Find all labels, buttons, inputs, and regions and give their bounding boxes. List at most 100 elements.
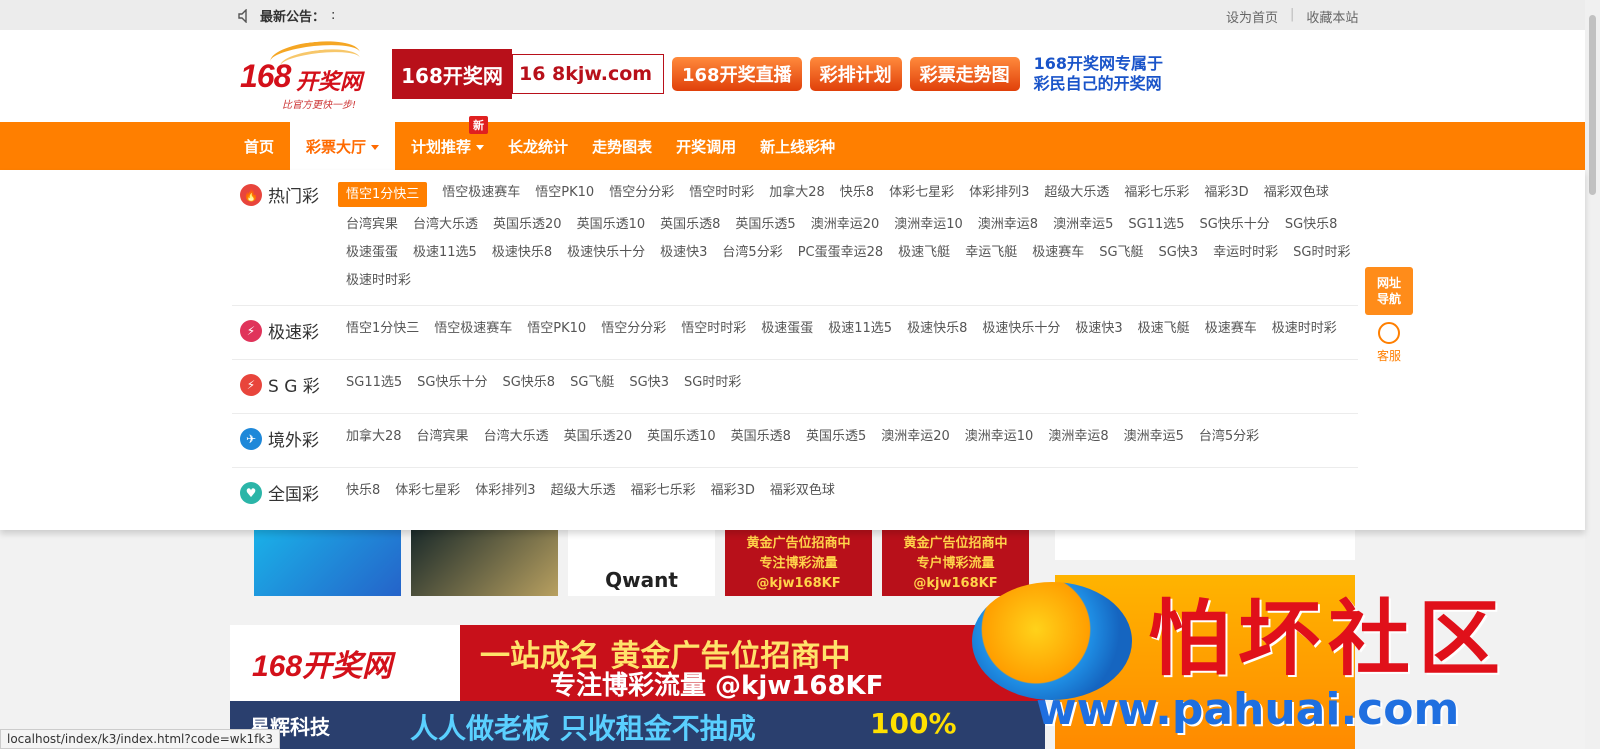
game-link[interactable]: 体彩排列3 <box>969 182 1029 207</box>
game-link[interactable]: 极速蛋蛋 <box>346 242 398 263</box>
game-link[interactable]: 澳洲幸运5 <box>1124 426 1184 447</box>
header-banner[interactable]: 168开奖网 16 8kjw.com 168开奖直播 彩排计划 彩票走势图 16… <box>392 49 1264 99</box>
game-link[interactable]: SG飞艇 <box>570 372 614 393</box>
bookmark-link[interactable]: 收藏本站 <box>1306 7 1358 26</box>
game-link[interactable]: 极速11选5 <box>413 242 477 263</box>
game-link[interactable]: 加拿大28 <box>769 182 825 207</box>
game-link[interactable]: 极速11选5 <box>828 318 892 339</box>
game-link[interactable]: 悟空时时彩 <box>681 318 746 339</box>
game-link[interactable]: 极速蛋蛋 <box>761 318 813 339</box>
game-link[interactable]: SG快乐十分 <box>1199 214 1269 235</box>
banner-trend-button[interactable]: 彩票走势图 <box>909 57 1020 91</box>
site-logo[interactable]: 168 开奖网 比官方更快一步! <box>240 37 380 111</box>
game-link[interactable]: 极速飞艇 <box>898 242 950 263</box>
game-link[interactable]: 英国乐透8 <box>660 214 720 235</box>
game-link[interactable]: 悟空PK10 <box>527 318 586 339</box>
game-link[interactable]: 澳洲幸运10 <box>894 214 963 235</box>
game-link[interactable]: 极速快3 <box>1075 318 1122 339</box>
nav-home[interactable]: 首页 <box>236 122 282 170</box>
game-link[interactable]: 台湾大乐透 <box>484 426 549 447</box>
game-link[interactable]: 台湾宾果 <box>346 214 398 235</box>
game-link[interactable]: 超级大乐透 <box>551 480 616 501</box>
game-link[interactable]: 澳洲幸运8 <box>1048 426 1108 447</box>
game-link[interactable]: 英国乐透8 <box>731 426 791 447</box>
game-link[interactable]: 体彩七星彩 <box>395 480 460 501</box>
game-link[interactable]: 福彩七乐彩 <box>631 480 696 501</box>
game-link[interactable]: 福彩3D <box>711 480 755 501</box>
game-link[interactable]: 澳洲幸运20 <box>811 214 880 235</box>
nav-draw-api[interactable]: 开奖调用 <box>668 122 744 170</box>
game-link[interactable]: 澳洲幸运10 <box>965 426 1034 447</box>
game-link[interactable]: 快乐8 <box>346 480 380 501</box>
game-link[interactable]: 极速赛车 <box>1205 318 1257 339</box>
game-link[interactable]: 快乐8 <box>840 182 874 207</box>
game-link[interactable]: 极速时时彩 <box>1272 318 1337 339</box>
ad-thumb-qwant[interactable]: Qwant <box>568 530 715 596</box>
game-link[interactable]: 极速快乐十分 <box>982 318 1060 339</box>
banner-live-button[interactable]: 168开奖直播 <box>672 57 802 91</box>
game-link[interactable]: SG快乐8 <box>1285 214 1338 235</box>
game-link[interactable]: 极速快3 <box>660 242 707 263</box>
set-homepage-link[interactable]: 设为首页 <box>1226 7 1278 26</box>
banner-plan-button[interactable]: 彩排计划 <box>809 57 902 91</box>
big-ad-banner[interactable]: 168开奖网 一站成名 黄金广告位招商中 专注博彩流量 @kjw168KF <box>230 625 1045 701</box>
game-link[interactable]: 澳洲幸运20 <box>881 426 950 447</box>
game-link[interactable]: 悟空时时彩 <box>689 182 754 207</box>
game-link[interactable]: 澳洲幸运8 <box>978 214 1038 235</box>
game-link[interactable]: 福彩3D <box>1204 182 1248 207</box>
game-link[interactable]: 英国乐透10 <box>647 426 716 447</box>
game-link[interactable]: 极速快乐十分 <box>567 242 645 263</box>
game-link[interactable]: 台湾5分彩 <box>1199 426 1259 447</box>
game-link[interactable]: 悟空分分彩 <box>609 182 674 207</box>
nav-long-dragon[interactable]: 长龙统计 <box>500 122 576 170</box>
game-link[interactable]: SG11选5 <box>1128 214 1184 235</box>
game-link[interactable]: 幸运时时彩 <box>1213 242 1278 263</box>
game-link[interactable]: 超级大乐透 <box>1044 182 1109 207</box>
nav-trend-charts[interactable]: 走势图表 <box>584 122 660 170</box>
nav-new-games[interactable]: 新上线彩种 <box>752 122 843 170</box>
game-link[interactable]: 幸运飞艇 <box>965 242 1017 263</box>
game-link[interactable]: SG快3 <box>629 372 669 393</box>
ad-thumb-game[interactable] <box>254 530 401 596</box>
game-link[interactable]: 悟空极速赛车 <box>434 318 512 339</box>
game-link[interactable]: 悟空1分快三 <box>346 318 419 339</box>
game-link[interactable]: 极速快乐8 <box>907 318 967 339</box>
game-link[interactable]: SG快乐8 <box>502 372 555 393</box>
game-link[interactable]: 福彩双色球 <box>770 480 835 501</box>
big-ad-banner-2[interactable]: 星辉科技 人人做老板 只收租金不抽成 100% <box>230 701 1045 749</box>
customer-service-button[interactable]: 客服 <box>1371 322 1407 364</box>
game-link[interactable]: 福彩七乐彩 <box>1124 182 1189 207</box>
page-scrollbar[interactable] <box>1585 0 1600 749</box>
game-link[interactable]: PC蛋蛋幸运28 <box>798 242 883 263</box>
ad-thumb-recruit[interactable]: 黄金广告位招商中 专户博彩流量 @kjw168KF <box>882 530 1029 596</box>
game-link[interactable]: 悟空极速赛车 <box>442 182 520 207</box>
game-link[interactable]: SG飞艇 <box>1099 242 1143 263</box>
game-link[interactable]: 福彩双色球 <box>1264 182 1329 207</box>
game-link[interactable]: SG11选5 <box>346 372 402 393</box>
game-link[interactable]: SG快3 <box>1159 242 1199 263</box>
game-link[interactable]: 加拿大28 <box>346 426 402 447</box>
game-link[interactable]: 澳洲幸运5 <box>1053 214 1113 235</box>
game-link[interactable]: 极速赛车 <box>1032 242 1084 263</box>
game-link[interactable]: 台湾5分彩 <box>722 242 782 263</box>
game-link[interactable]: SG时时彩 <box>1293 242 1350 263</box>
game-link[interactable]: 极速飞艇 <box>1138 318 1190 339</box>
nav-plan-recommend[interactable]: 计划推荐 新 <box>403 116 492 170</box>
ad-thumb-casino[interactable] <box>411 530 558 596</box>
url-nav-float-button[interactable]: 网址 导航 <box>1365 267 1413 315</box>
scrollbar-thumb[interactable] <box>1589 15 1596 195</box>
game-link[interactable]: 台湾大乐透 <box>413 214 478 235</box>
game-link[interactable]: SG快乐十分 <box>417 372 487 393</box>
game-link[interactable]: 极速时时彩 <box>346 270 411 291</box>
ad-thumb-recruit[interactable]: 黄金广告位招商中 专注博彩流量 @kjw168KF <box>725 530 872 596</box>
game-link[interactable]: 体彩排列3 <box>475 480 535 501</box>
game-link[interactable]: 悟空分分彩 <box>601 318 666 339</box>
game-link[interactable]: 英国乐透5 <box>806 426 866 447</box>
game-link[interactable]: 悟空1分快三 <box>338 182 428 207</box>
game-link[interactable]: 英国乐透5 <box>735 214 795 235</box>
game-link[interactable]: 体彩七星彩 <box>889 182 954 207</box>
game-link[interactable]: 英国乐透10 <box>577 214 646 235</box>
game-link[interactable]: 台湾宾果 <box>417 426 469 447</box>
game-link[interactable]: 极速快乐8 <box>492 242 552 263</box>
game-link[interactable]: 英国乐透20 <box>493 214 562 235</box>
